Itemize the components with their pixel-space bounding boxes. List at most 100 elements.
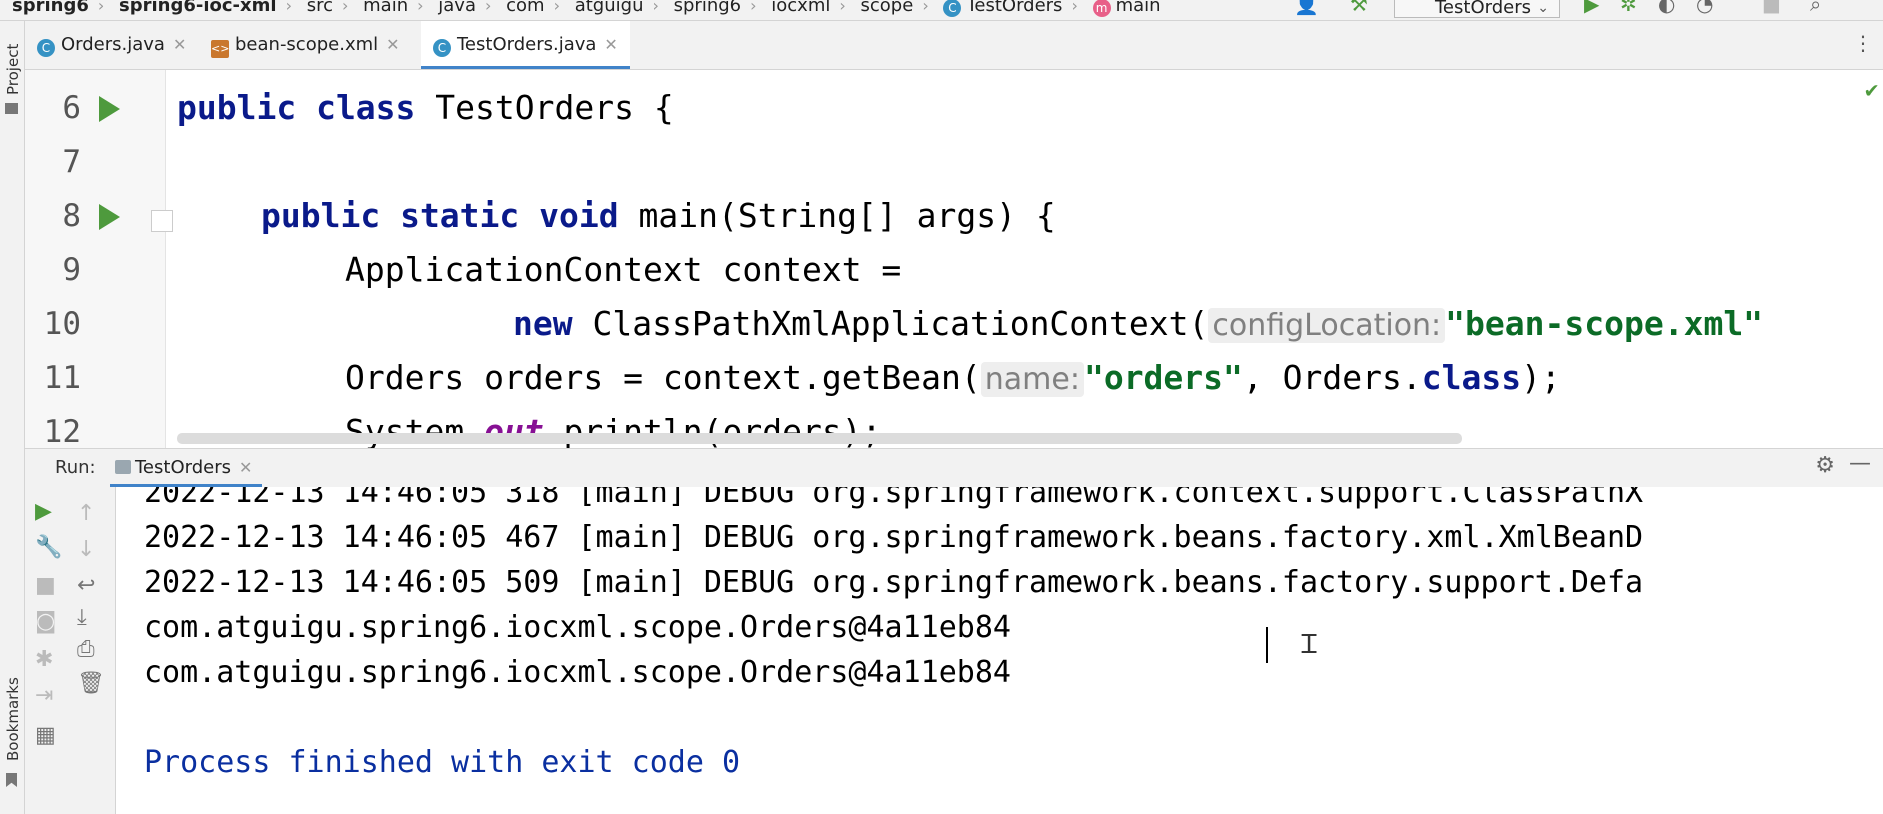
breadcrumb-item[interactable]: spring6 [12, 0, 89, 15]
run-gutter-icon[interactable] [99, 96, 120, 122]
keyword: class [1421, 358, 1522, 397]
tab-label: Orders.java [61, 34, 165, 55]
keyword: public static void [261, 196, 619, 235]
line-number: 10 [43, 306, 81, 342]
chevron-right-icon: › [285, 0, 292, 15]
string-literal: "orders" [1083, 358, 1243, 397]
breadcrumb-item[interactable]: src [307, 0, 333, 15]
camera-icon[interactable]: ◙ [35, 609, 56, 634]
tool-window-strip: Project Bookmarks [0, 21, 25, 814]
arrow-down-icon[interactable]: ↓ [77, 537, 95, 562]
breadcrumb-item[interactable]: com [506, 0, 544, 15]
breadcrumb-item[interactable]: spring6-ioc-xml [119, 0, 277, 15]
chevron-right-icon: › [750, 0, 757, 15]
tab-label: TestOrders.java [457, 34, 597, 55]
parameter-hint: configLocation: [1208, 308, 1446, 343]
line-number: 6 [62, 90, 81, 126]
horizontal-scrollbar[interactable] [177, 433, 1462, 444]
code-editor[interactable]: 6 7 8 9 10 11 12 public class TestOrders… [25, 70, 1883, 448]
breadcrumb-label: TestOrders [966, 0, 1063, 16]
stop-icon[interactable]: ■ [1762, 0, 1781, 14]
line-number: 7 [62, 144, 81, 180]
run-tab-testorders[interactable]: TestOrders ✕ [110, 449, 263, 487]
breadcrumb-label: main [1115, 0, 1161, 16]
coverage-icon[interactable]: ◐ [1658, 0, 1675, 14]
close-icon[interactable]: ✕ [604, 35, 617, 54]
arrow-up-icon[interactable]: ↑ [77, 501, 95, 526]
breadcrumb-item[interactable]: iocxml [771, 0, 830, 15]
breadcrumb-item[interactable]: atguigu [575, 0, 644, 15]
run-config-label: TestOrders [1435, 0, 1531, 18]
minimize-icon[interactable]: — [1849, 451, 1871, 476]
tab-testorders-java[interactable]: C TestOrders.java ✕ [421, 21, 630, 69]
run-gutter-icon[interactable] [99, 204, 120, 230]
fold-icon[interactable] [151, 210, 173, 232]
breadcrumb-item[interactable]: spring6 [674, 0, 742, 15]
code-text: , Orders. [1242, 358, 1422, 397]
chevron-right-icon: › [342, 0, 349, 15]
line-number: 12 [43, 414, 81, 448]
build-hammer-icon[interactable]: ⚒ [1350, 0, 1368, 14]
console-output[interactable]: 2022-12-13 14:46:05 318 [main] DEBUG org… [116, 487, 1883, 814]
editor-tab-bar: C Orders.java ✕ <> bean-scope.xml ✕ C TestOrd… [25, 21, 1883, 70]
breadcrumb-item[interactable]: C TestOrders [943, 0, 1062, 17]
bookmark-icon [6, 773, 17, 787]
close-icon[interactable]: ✕ [386, 35, 399, 54]
layout-icon[interactable]: ▦ [35, 723, 56, 748]
folder-icon [5, 103, 18, 114]
bug-icon[interactable]: ✱ [35, 647, 53, 672]
breadcrumb-item[interactable]: java [438, 0, 476, 15]
console-line: com.atguigu.spring6.iocxml.scope.Orders@… [144, 655, 1011, 690]
bookmarks-tool-button[interactable]: Bookmarks [4, 677, 22, 761]
line-number: 11 [43, 360, 81, 396]
console-line: 2022-12-13 14:46:05 509 [main] DEBUG org… [144, 565, 1644, 600]
print-icon[interactable]: ⎙ [77, 637, 95, 662]
run-icon[interactable]: ▶ [1584, 0, 1599, 14]
debug-icon[interactable]: ✲ [1620, 0, 1637, 14]
code-text: Orders orders = context.getBean( [345, 358, 981, 397]
user-icon[interactable]: 👤 [1294, 0, 1319, 14]
search-icon[interactable]: ⌕ [1810, 0, 1821, 14]
trash-icon[interactable]: 🗑 [77, 671, 105, 696]
keyword: public class [177, 88, 416, 127]
parameter-hint: name: [980, 362, 1084, 397]
login-icon[interactable]: ⇥ [35, 683, 53, 708]
inspection-ok-icon[interactable]: ✔ [1865, 78, 1878, 103]
wrench-icon[interactable]: 🔧 [35, 535, 62, 560]
line-number: 9 [62, 252, 81, 288]
code-text: ApplicationContext context = [345, 250, 902, 289]
breadcrumb-item[interactable]: main [363, 0, 408, 15]
run-label: Run: [55, 457, 96, 478]
tab-label: bean-scope.xml [235, 34, 379, 55]
code-text: ); [1521, 358, 1561, 397]
code-text: main(String[] args) { [618, 196, 1056, 235]
string-literal: "bean-scope.xml" [1445, 304, 1764, 343]
project-tool-button[interactable]: Project [4, 44, 22, 95]
breadcrumb-item[interactable]: m main [1092, 0, 1161, 17]
text-caret [1266, 627, 1268, 663]
keyword: new [513, 304, 573, 343]
tab-orders-java[interactable]: C Orders.java ✕ [37, 21, 186, 69]
tab-bean-scope-xml[interactable]: <> bean-scope.xml ✕ [211, 21, 400, 69]
close-icon[interactable]: ✕ [173, 35, 186, 54]
chevron-right-icon: › [553, 0, 560, 15]
soft-wrap-icon[interactable]: ↩ [77, 573, 95, 598]
run-configuration-select[interactable]: TestOrders ⌄ [1394, 0, 1560, 18]
code-line-9: ApplicationContext context = [345, 250, 901, 289]
class-icon: C [943, 0, 962, 17]
console-exit-line: Process finished with exit code 0 [144, 745, 741, 780]
breadcrumb-item[interactable]: scope [861, 0, 914, 15]
close-icon[interactable]: ✕ [239, 458, 252, 477]
code-line-8: public static void main(String[] args) { [261, 196, 1056, 235]
class-icon: C [433, 39, 451, 57]
chevron-right-icon: › [97, 0, 105, 15]
profile-icon[interactable]: ◔ [1696, 0, 1713, 14]
scroll-to-end-icon[interactable]: ⤓ [77, 605, 87, 630]
gear-icon[interactable]: ⚙ [1815, 453, 1835, 478]
stop-icon[interactable]: ■ [35, 573, 56, 598]
navigation-bar: spring6 › spring6-ioc-xml › src › main › jav… [0, 0, 1883, 21]
more-options-icon[interactable]: ⋮ [1853, 31, 1873, 55]
class-icon: C [37, 39, 55, 57]
editor-gutter: 6 7 8 9 10 11 12 [25, 70, 173, 448]
rerun-icon[interactable]: ▶ [35, 499, 52, 524]
